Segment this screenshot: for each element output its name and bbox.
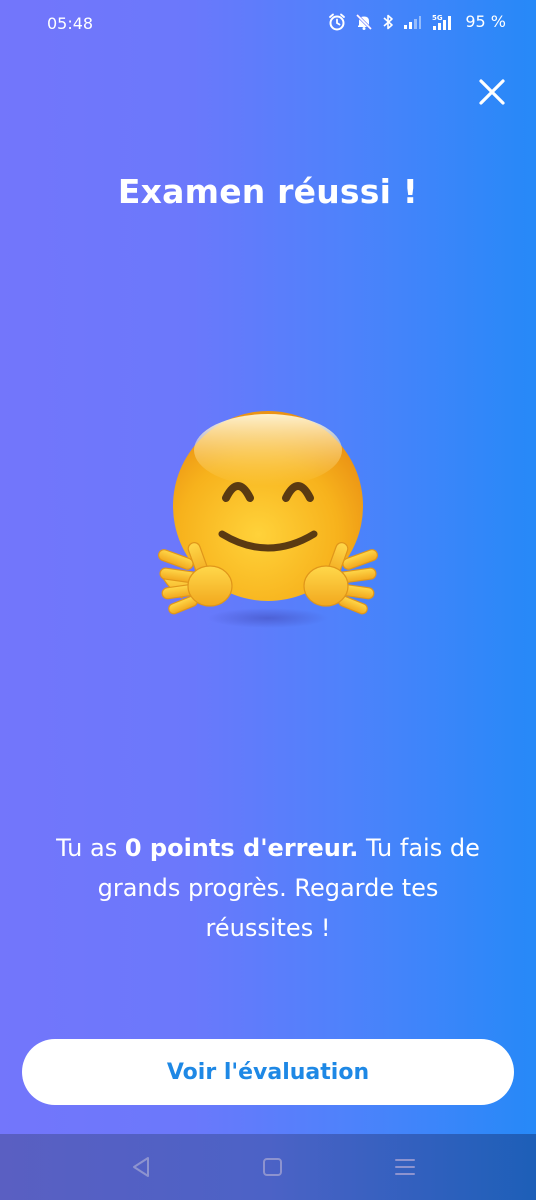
message-prefix: Tu as	[56, 834, 125, 862]
hugging-face-emoji-icon	[152, 402, 384, 634]
mute-icon	[355, 13, 373, 31]
close-icon	[479, 79, 505, 105]
system-navigation-bar	[0, 1134, 536, 1200]
nav-home-button[interactable]	[260, 1154, 286, 1180]
back-icon	[133, 1157, 149, 1177]
svg-text:5G: 5G	[432, 14, 443, 22]
status-bar: 05:48 5G 95 %	[0, 0, 536, 48]
signal-icon	[403, 14, 422, 30]
home-icon	[263, 1158, 282, 1176]
nav-menu-button[interactable]	[392, 1154, 418, 1180]
nav-back-button[interactable]	[128, 1154, 154, 1180]
signal-5g-icon: 5G	[430, 13, 452, 31]
page-title: Examen réussi !	[117, 172, 419, 211]
menu-icon	[395, 1159, 415, 1175]
alarm-icon	[328, 13, 346, 31]
error-points-text: 0 points d'erreur.	[124, 834, 359, 862]
exam-result-screen: 05:48 5G 95 % Examen réussi ! Tu as 0 po…	[0, 0, 536, 1200]
status-time: 05:48	[47, 14, 94, 33]
close-button[interactable]	[476, 76, 508, 108]
status-icons: 5G 95 %	[328, 12, 506, 31]
battery-level: 95 %	[465, 12, 506, 31]
view-evaluation-button[interactable]: Voir l'évaluation	[22, 1039, 514, 1105]
bluetooth-icon	[382, 13, 394, 31]
result-message: Tu as 0 points d'erreur. Tu fais de gran…	[40, 828, 496, 948]
